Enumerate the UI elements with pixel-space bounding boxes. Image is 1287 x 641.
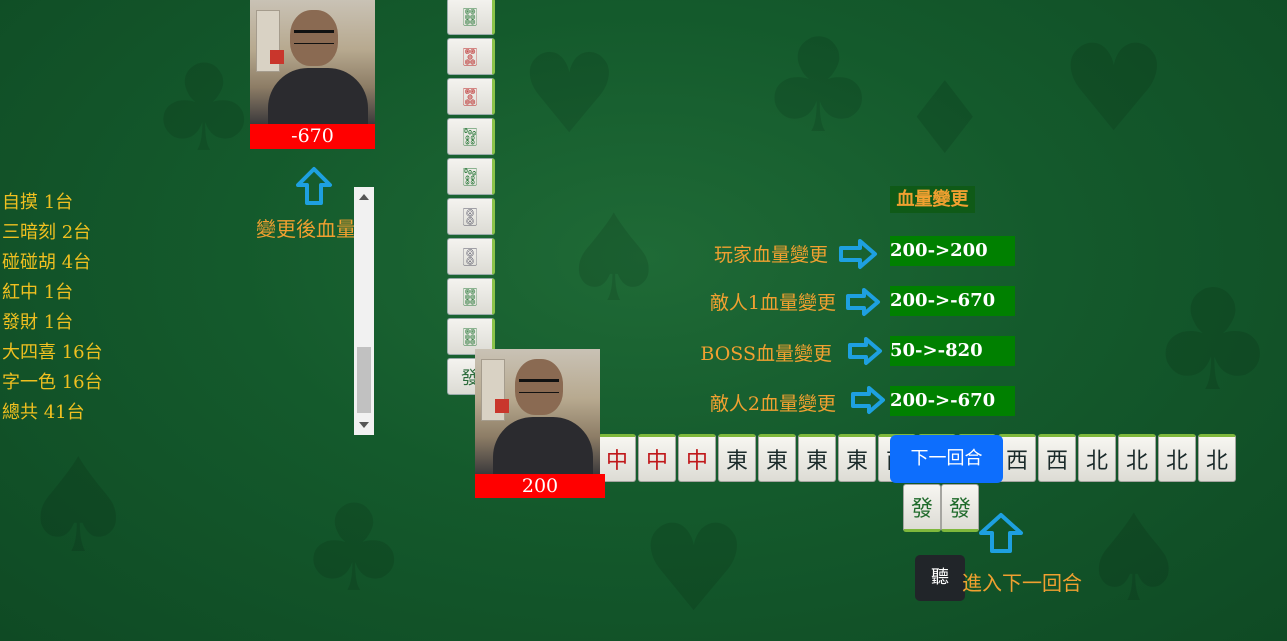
arrow-right-icon [839,239,877,269]
mahjong-tile: 🀝 [447,78,495,115]
enemy1-hp-change-label: 敵人1血量變更 [709,292,836,314]
mahjong-tile: 東 [718,434,756,482]
mahjong-tile: 🀞 [447,0,495,35]
arrow-right-icon [846,288,880,316]
enemy2-hp-change-value: 200->-670 [890,386,1015,416]
list-item: 自摸 1台 [2,192,74,213]
enemy1-card: -670 [250,0,375,149]
boss-hp-change-label: BOSS血量變更 [700,343,832,365]
mahjong-tile: 🀚 [447,238,495,275]
mahjong-tile: 北 [1078,434,1116,482]
list-item: 三暗刻 2台 [2,222,92,243]
player-hp-change-value: 200->200 [890,236,1015,266]
enemy2-hp-change-label: 敵人2血量變更 [709,393,836,415]
mahjong-tile: 🀞 [447,278,495,315]
hp-change-title: 血量變更 [890,186,975,213]
next-round-button[interactable]: 下一回合 [890,435,1003,483]
list-item: 總共 41台 [2,402,85,423]
arrow-right-icon [848,337,882,365]
arrow-up-icon [296,167,332,205]
hand-tile[interactable]: 發 [941,484,979,532]
mahjong-tile: 中 [638,434,676,482]
next-round-caption: 進入下一回合 [962,571,1082,595]
list-item: 碰碰胡 4台 [2,252,92,273]
mahjong-tile: 西 [1038,434,1076,482]
score-list-scrollbar[interactable] [354,187,374,435]
list-item: 大四喜 16台 [2,342,103,363]
player-hp-change-label: 玩家血量變更 [713,244,828,266]
mahjong-tile: 🀟 [447,118,495,155]
hand-tile[interactable]: 發 [903,484,941,532]
mahjong-tile: 北 [1158,434,1196,482]
scroll-up-icon[interactable] [359,194,369,200]
arrow-up-icon [979,513,1023,553]
mahjong-tile: 北 [1118,434,1156,482]
mahjong-tile: 東 [758,434,796,482]
score-list[interactable]: 自摸 1台 三暗刻 2台 碰碰胡 4台 紅中 1台 發財 1台 大四喜 16台 … [2,172,103,428]
enemy1-hp-bar: -670 [250,124,375,149]
list-item: 紅中 1台 [2,282,74,303]
player-card: 200 [475,349,605,498]
arrow-right-icon [851,386,885,414]
boss-hp-change-value: 50->-820 [890,336,1015,366]
enemy1-hp-change-value: 200->-670 [890,286,1015,316]
list-item: 字一色 16台 [2,372,103,393]
scroll-down-icon[interactable] [359,422,369,428]
card-suit-background: ♣ ♥ ♣ ♥ ♠ ♦ ♣ ♠ ♣ ♥ ♠ [20,10,1276,639]
mahjong-tile: 🀝 [447,38,495,75]
ting-button[interactable]: 聽 [915,555,965,601]
player-hp-bar: 200 [475,474,605,498]
mahjong-tile: 東 [838,434,876,482]
mahjong-tile: 西 [998,434,1036,482]
score-list-clipped-row [2,172,103,188]
scroll-thumb[interactable] [357,347,371,413]
discard-column: 🀞 🀝 🀝 🀟 🀟 🀚 🀚 🀞 🀞 發 [447,0,495,398]
mahjong-tile: 中 [678,434,716,482]
player-portrait [475,349,600,474]
list-item: 發財 1台 [2,312,74,333]
mahjong-tile: 🀚 [447,198,495,235]
mahjong-tile: 北 [1198,434,1236,482]
enemy1-hp-caption: 變更後血量 [256,217,356,241]
mahjong-tile: 東 [798,434,836,482]
enemy1-portrait [250,0,375,124]
mahjong-tile: 🀟 [447,158,495,195]
